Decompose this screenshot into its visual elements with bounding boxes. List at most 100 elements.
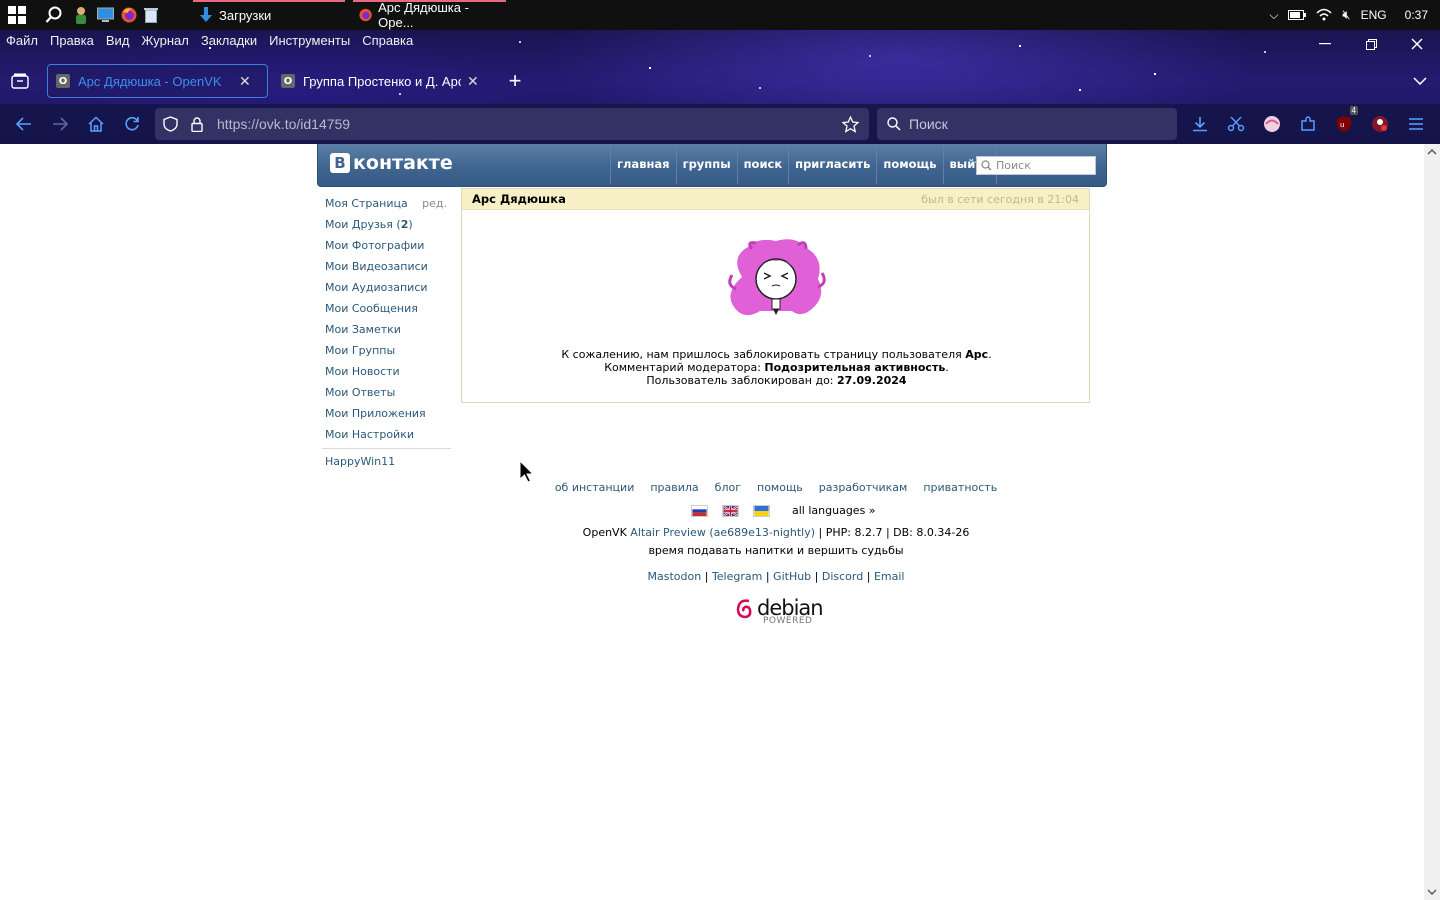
menu-bookmarks[interactable]: Закладки — [195, 33, 263, 48]
russian-flag-icon[interactable] — [691, 504, 708, 517]
new-tab-plus-icon[interactable]: + — [499, 64, 531, 98]
footer-link-developers[interactable]: разработчикам — [819, 481, 908, 494]
url-text[interactable]: https://ovk.to/id14759 — [217, 116, 350, 132]
close-tab-icon[interactable]: ✕ — [239, 73, 251, 90]
menu-view[interactable]: Вид — [100, 33, 136, 48]
nav-search[interactable]: поиск — [736, 144, 789, 184]
social-mastodon[interactable]: Mastodon — [648, 570, 702, 583]
nav-groups[interactable]: группы — [675, 144, 737, 184]
hamburger-menu-icon[interactable] — [1400, 104, 1432, 144]
sidebar-item-messages[interactable]: Мои Сообщения — [325, 301, 451, 322]
task-firefox-window[interactable]: Арс Дядюшка - Ope... — [353, 0, 506, 30]
sidebar-item-settings[interactable]: Мои Настройки — [325, 427, 451, 448]
sidebar-item-groups[interactable]: Мои Группы — [325, 343, 451, 364]
tab-group[interactable]: O Группа Простенко и Д. Арса ✕ — [273, 64, 491, 98]
site-logo[interactable]: B контакте — [330, 152, 453, 174]
url-bar[interactable]: https://ovk.to/id14759 — [155, 108, 869, 140]
windows-start-icon[interactable] — [8, 0, 28, 30]
close-tab-icon[interactable]: ✕ — [467, 73, 479, 90]
list-all-tabs-icon[interactable] — [1404, 64, 1436, 98]
site-search-input[interactable]: Поиск — [976, 156, 1096, 175]
language-indicator[interactable]: ENG — [1361, 8, 1387, 22]
sidebar-item-answers[interactable]: Мои Ответы — [325, 385, 451, 406]
forward-arrow-icon[interactable] — [44, 104, 76, 144]
chevron-up-icon[interactable]: ⌵ — [1269, 8, 1278, 23]
sidebar-item-label[interactable]: Мои Сообщения — [325, 302, 418, 315]
scroll-down-arrow-icon[interactable] — [1424, 884, 1440, 900]
tab-profile[interactable]: O Арс Дядюшка - OpenVK ✕ — [47, 64, 268, 98]
sidebar-item-label[interactable]: Мои Заметки — [325, 323, 401, 336]
footer-link-privacy[interactable]: приватность — [923, 481, 997, 494]
social-telegram[interactable]: Telegram — [712, 570, 762, 583]
nav-help[interactable]: помощь — [876, 144, 942, 184]
account-extension-icon[interactable] — [1364, 104, 1396, 144]
sidebar-item-label[interactable]: Мои Группы — [325, 344, 395, 357]
home-icon[interactable] — [80, 104, 112, 144]
sidebar-item-label[interactable]: Мои Новости — [325, 365, 400, 378]
sidebar-item-label[interactable]: Мои Приложения — [325, 407, 426, 420]
all-languages-link[interactable]: all languages » — [792, 504, 876, 517]
menu-file[interactable]: Файл — [0, 33, 44, 48]
task-downloads[interactable]: Загрузки — [193, 0, 345, 30]
web-search-bar[interactable]: Поиск — [877, 108, 1177, 140]
shield-icon[interactable] — [163, 116, 181, 132]
sidebar-item-friends[interactable]: Мои Друзья (2) — [325, 217, 451, 238]
sidebar-item-news[interactable]: Мои Новости — [325, 364, 451, 385]
menu-history[interactable]: Журнал — [135, 33, 194, 48]
social-github[interactable]: GitHub — [773, 570, 811, 583]
computer-icon[interactable] — [97, 0, 115, 30]
firefox-icon[interactable] — [121, 0, 137, 30]
footer-link-about[interactable]: об инстанции — [555, 481, 635, 494]
footer-link-help[interactable]: помощь — [757, 481, 803, 494]
sidebar-item-label[interactable]: Моя Страница — [325, 197, 408, 210]
debian-powered-badge[interactable]: debian POWERED — [735, 597, 824, 626]
page-scrollbar[interactable] — [1424, 144, 1440, 900]
menu-edit[interactable]: Правка — [44, 33, 100, 48]
ublock-icon[interactable]: u 4 — [1328, 104, 1360, 144]
sidebar-item-happywin11[interactable]: HappyWin11 — [325, 455, 395, 468]
edit-link[interactable]: ред. — [422, 196, 447, 212]
sidebar-item-my-page[interactable]: Моя Страница ред. — [325, 196, 451, 217]
social-email[interactable]: Email — [874, 570, 905, 583]
screenshot-icon[interactable] — [1220, 104, 1252, 144]
footer-link-blog[interactable]: блог — [715, 481, 741, 494]
recycle-bin-icon[interactable] — [144, 0, 160, 30]
restore-button[interactable] — [1348, 30, 1394, 58]
sidebar-item-label[interactable]: Мои Видеозаписи — [325, 260, 428, 273]
sidebar-item-label[interactable]: Мои Настройки — [325, 428, 414, 441]
nav-home[interactable]: главная — [610, 144, 676, 184]
nav-invite[interactable]: пригласить — [788, 144, 876, 184]
firefox-view-icon[interactable] — [4, 64, 36, 98]
menu-tools[interactable]: Инструменты — [263, 33, 356, 48]
sidebar-item-videos[interactable]: Мои Видеозаписи — [325, 259, 451, 280]
extensions-puzzle-icon[interactable] — [1292, 104, 1324, 144]
minimize-button[interactable] — [1302, 30, 1348, 58]
uk-flag-icon[interactable] — [722, 504, 739, 517]
footer-link-rules[interactable]: правила — [650, 481, 698, 494]
wifi-icon[interactable] — [1316, 8, 1332, 22]
lock-icon[interactable] — [191, 116, 205, 132]
close-window-button[interactable] — [1394, 30, 1440, 58]
sidebar-item-photos[interactable]: Мои Фотографии — [325, 238, 451, 259]
version-link[interactable]: Altair Preview (ae689e13-nightly) — [630, 526, 815, 539]
sidebar-item-apps[interactable]: Мои Приложения — [325, 406, 451, 427]
clock[interactable]: 0:37 — [1405, 8, 1428, 22]
back-arrow-icon[interactable] — [8, 104, 40, 144]
ukraine-flag-icon[interactable] — [753, 504, 770, 517]
sidebar-item-label[interactable]: Мои Аудиозаписи — [325, 281, 428, 294]
sidebar-item-label[interactable]: Мои Ответы — [325, 386, 395, 399]
extension-avatar-icon[interactable] — [1256, 104, 1288, 144]
user-app-icon[interactable] — [74, 0, 90, 30]
sidebar-item-notes[interactable]: Мои Заметки — [325, 322, 451, 343]
social-discord[interactable]: Discord — [822, 570, 863, 583]
search-icon[interactable] — [45, 0, 65, 30]
sidebar-item-label[interactable]: Мои Друзья — [325, 218, 393, 231]
reload-icon[interactable] — [116, 104, 148, 144]
menu-help[interactable]: Справка — [356, 33, 419, 48]
sidebar-item-audios[interactable]: Мои Аудиозаписи — [325, 280, 451, 301]
sidebar-item-label[interactable]: Мои Фотографии — [325, 239, 424, 252]
battery-icon[interactable] — [1288, 9, 1307, 21]
speaker-muted-icon[interactable]: 🔇︎ — [1342, 7, 1350, 23]
scroll-up-arrow-icon[interactable] — [1424, 144, 1440, 160]
downloads-icon[interactable] — [1184, 104, 1216, 144]
